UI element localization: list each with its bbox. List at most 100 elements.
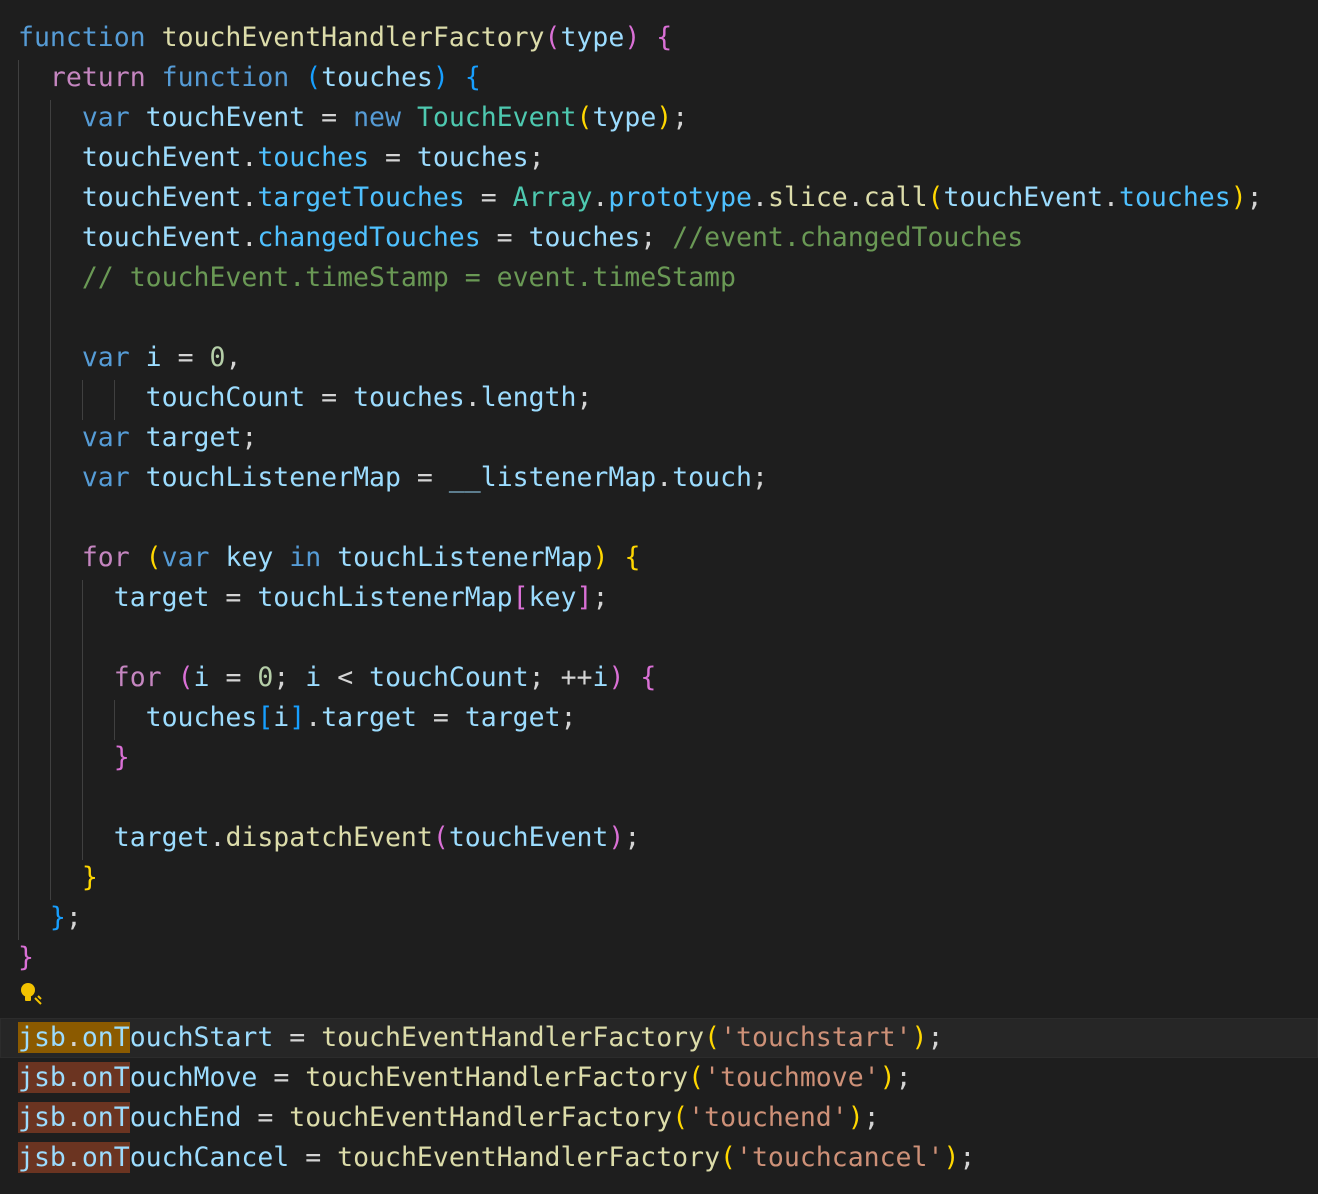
code-token: for — [113, 662, 162, 693]
code-line[interactable]: jsb.onTouchCancel = touchEventHandlerFac… — [0, 1138, 975, 1178]
code-line[interactable]: touchCount = touches.length; — [0, 378, 593, 418]
code-token: ; — [592, 582, 609, 613]
code-token: touches — [1119, 182, 1231, 213]
code-token: ) — [624, 22, 641, 53]
code-line[interactable]: jsb.onTouchMove = touchEventHandlerFacto… — [0, 1058, 912, 1098]
code-token: touchListenerMap — [337, 542, 593, 573]
code-line[interactable]: jsb.onTouchEnd = touchEventHandlerFactor… — [0, 1098, 880, 1138]
selection-highlight: onT — [81, 1142, 130, 1173]
code-token: ; — [640, 222, 673, 253]
code-editor[interactable]: function touchEventHandlerFactory(type) … — [0, 0, 1318, 1194]
code-line[interactable]: var touchListenerMap = __listenerMap.tou… — [0, 458, 768, 498]
code-token: touchEventHandlerFactory — [305, 1062, 689, 1093]
code-line[interactable]: var i = 0, — [0, 338, 242, 378]
lightbulb-icon[interactable] — [18, 980, 44, 1006]
code-line[interactable]: jsb.onTouchStart = touchEventHandlerFact… — [0, 1018, 1318, 1058]
code-line[interactable] — [0, 618, 18, 658]
code-token: = — [209, 582, 258, 613]
code-line[interactable] — [0, 978, 18, 1018]
code-token: . — [65, 1142, 82, 1173]
code-line[interactable]: touchEvent.touches = touches; — [0, 138, 545, 178]
code-line[interactable]: } — [0, 938, 34, 978]
code-token: touchEventHandlerFactory — [161, 22, 545, 53]
selection-highlight: onT — [81, 1062, 130, 1093]
code-token: . — [1103, 182, 1120, 213]
code-line[interactable]: return function (touches) { — [0, 58, 481, 98]
code-token: . — [65, 1062, 82, 1093]
code-line[interactable]: for (var key in touchListenerMap) { — [0, 538, 641, 578]
code-line[interactable]: touches[i].target = target; — [0, 698, 577, 738]
code-token: targetTouches — [257, 182, 465, 213]
code-token: // touchEvent.timeStamp = event.timeStam… — [81, 262, 736, 293]
code-token: jsb — [18, 1102, 66, 1133]
code-token: TouchEvent — [416, 102, 577, 133]
code-token: call — [863, 182, 928, 213]
code-line[interactable]: var target; — [0, 418, 258, 458]
code-line[interactable]: var touchEvent = new TouchEvent(type); — [0, 98, 688, 138]
code-token: = — [305, 382, 354, 413]
code-token: ) — [608, 822, 625, 853]
code-token: ( — [720, 1142, 737, 1173]
code-line[interactable]: } — [0, 858, 98, 898]
code-line[interactable]: } — [0, 738, 130, 778]
code-token: touchListenerMap — [145, 462, 401, 493]
code-line[interactable]: touchEvent.targetTouches = Array.prototy… — [0, 178, 1263, 218]
code-line[interactable]: function touchEventHandlerFactory(type) … — [0, 18, 672, 58]
code-token: onTouchStart — [81, 1022, 274, 1053]
code-token: ] — [289, 702, 306, 733]
code-token: 0 — [257, 662, 274, 693]
code-line[interactable]: target = touchListenerMap[key]; — [0, 578, 609, 618]
code-token: . — [592, 182, 609, 213]
code-token: = — [257, 1062, 306, 1093]
code-token: ( — [432, 822, 449, 853]
code-token: . — [241, 142, 258, 173]
code-token: touches — [321, 62, 433, 93]
code-token: var — [81, 102, 130, 133]
code-token: var — [81, 342, 130, 373]
code-line[interactable]: for (i = 0; i < touchCount; ++i) { — [0, 658, 657, 698]
code-token: i — [305, 662, 322, 693]
code-token: . — [464, 382, 481, 413]
code-token: touches — [416, 142, 529, 173]
code-token: . — [305, 702, 322, 733]
code-token: } — [18, 942, 34, 973]
code-token: ) — [847, 1102, 864, 1133]
code-token: ( — [704, 1022, 721, 1053]
code-token: . — [656, 462, 673, 493]
code-token: ( — [177, 662, 194, 693]
code-token: ; — [752, 462, 768, 493]
code-token: ( — [672, 1102, 689, 1133]
code-line[interactable] — [0, 498, 18, 538]
selection-highlight: onT — [81, 1022, 130, 1053]
code-line[interactable] — [0, 778, 18, 818]
code-token: key — [528, 582, 577, 613]
code-token: ; — [273, 662, 306, 693]
code-token: touches — [528, 222, 641, 253]
code-line[interactable] — [0, 298, 18, 338]
code-line[interactable]: // touchEvent.timeStamp = event.timeStam… — [0, 258, 736, 298]
code-token: ; — [895, 1062, 912, 1093]
code-line[interactable]: }; — [0, 898, 82, 938]
code-token: touchEventHandlerFactory — [337, 1142, 721, 1173]
code-token: touchEvent — [448, 822, 609, 853]
code-token: . — [65, 1102, 82, 1133]
selection-highlight: onT — [81, 1102, 130, 1133]
code-token: ( — [927, 182, 944, 213]
code-line[interactable]: target.dispatchEvent(touchEvent); — [0, 818, 641, 858]
code-line[interactable]: touchEvent.changedTouches = touches; //e… — [0, 218, 1023, 258]
